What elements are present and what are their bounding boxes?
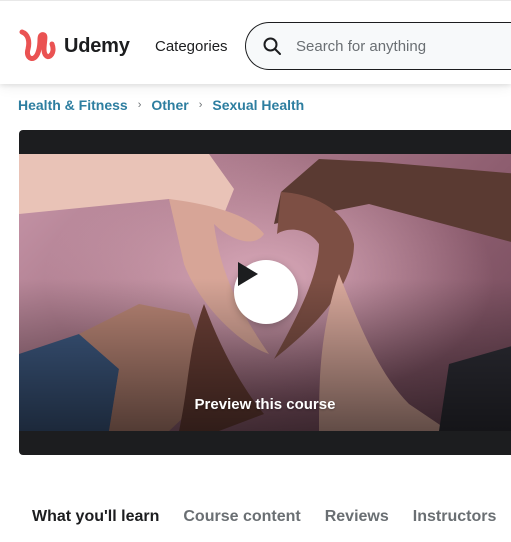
course-tabs: What you'll learn Course content Reviews… [32,508,511,526]
udemy-logo[interactable]: Udemy [18,29,130,63]
chevron-right-icon: › [137,99,142,111]
logo-text: Udemy [64,34,130,57]
play-button[interactable] [234,260,298,324]
search-input[interactable] [296,37,496,55]
search-bar [245,22,511,70]
breadcrumb: Health & Fitness › Other › Sexual Health [18,97,304,113]
tab-instructors[interactable]: Instructors [413,508,497,526]
udemy-logo-icon [19,29,56,61]
preview-image: Preview this course [19,154,511,431]
course-preview[interactable]: Preview this course [19,130,511,455]
chevron-right-icon: › [198,99,203,111]
search-icon[interactable] [248,22,296,70]
top-navigation-bar: Udemy Categories [0,0,511,84]
breadcrumb-other[interactable]: Other [151,97,188,113]
breadcrumb-sexual-health[interactable]: Sexual Health [212,97,304,113]
tab-reviews[interactable]: Reviews [325,508,389,526]
tab-course-content[interactable]: Course content [183,508,300,526]
tab-what-youll-learn[interactable]: What you'll learn [32,508,159,526]
play-icon [238,262,258,286]
categories-menu[interactable]: Categories [155,38,228,55]
preview-label: Preview this course [194,396,336,413]
breadcrumb-health-fitness[interactable]: Health & Fitness [18,97,128,113]
